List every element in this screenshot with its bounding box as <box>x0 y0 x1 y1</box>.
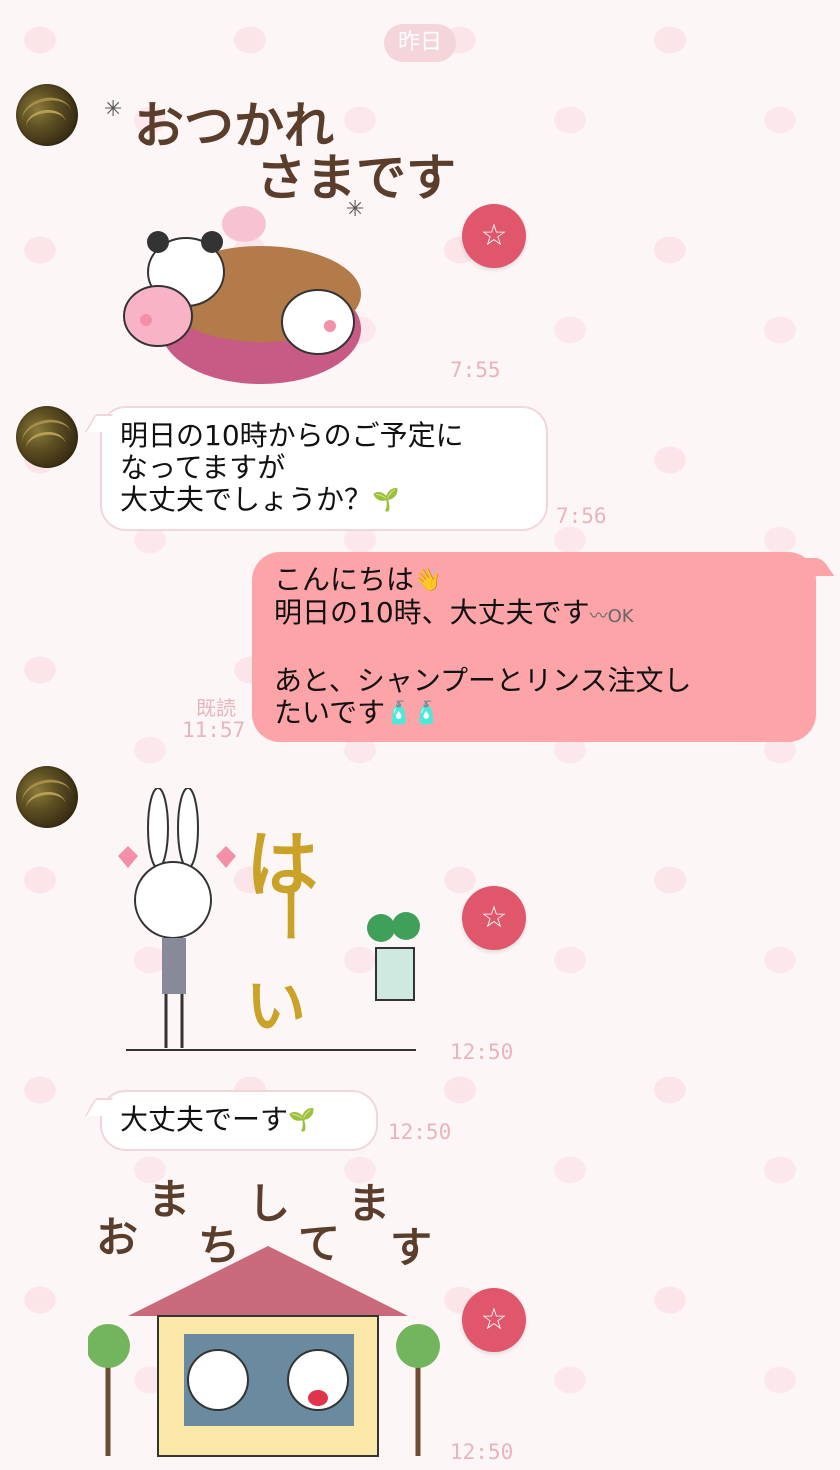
message-line: 明日の10時、大丈夫です〰OK <box>274 597 794 633</box>
message-time: 7:56 <box>556 504 607 528</box>
sticker-text-char: お <box>96 1213 139 1262</box>
message-line: なってますが <box>120 451 286 484</box>
wave-decoration-icon: 〰 <box>589 606 608 627</box>
favorite-sticker-button-2[interactable]: ☆ <box>462 886 526 950</box>
message-time: 11:57 <box>182 718 246 742</box>
sprout-icon: 🌱 <box>372 488 400 513</box>
message-text: たいです <box>274 696 386 729</box>
sticker-text-char: す <box>390 1223 433 1272</box>
message-line: たいです🧴🧴 <box>274 697 794 730</box>
bottle-icon: 🧴 <box>412 701 440 726</box>
message-line: 明日の10時からのご予定に <box>120 419 464 452</box>
date-separator: 昨日 <box>384 24 456 62</box>
message-time: 12:50 <box>388 1120 452 1144</box>
star-icon: ☆ <box>480 900 508 935</box>
sticker-otsukare[interactable]: ✳ ✳ おつかれ さまです <box>96 84 456 384</box>
message-bubble-incoming[interactable]: 大丈夫でーす🌱 <box>100 1090 378 1151</box>
message-bubble-incoming[interactable]: 明日の10時からのご予定に なってますが 大丈夫でしょうか？🌱 <box>100 406 548 531</box>
star-icon: ☆ <box>480 218 508 253</box>
message-text: 大丈夫でしょうか？ <box>120 483 373 516</box>
message-time: 7:55 <box>450 358 501 382</box>
message-line: 大丈夫でしょうか？🌱 <box>120 484 528 517</box>
avatar[interactable] <box>16 406 78 468</box>
message-text: こんにちは <box>274 563 415 596</box>
sticker-text-char: い <box>246 972 306 1042</box>
message-line: こんにちは👋 <box>274 564 794 597</box>
message-time: 12:50 <box>450 1440 514 1464</box>
sticker-omachishitemasu[interactable]: お ま ち し て ま す <box>86 1166 448 1466</box>
ok-icon: OK <box>607 606 634 627</box>
message-bubble-outgoing[interactable]: こんにちは👋 明日の10時、大丈夫です〰OK あと、シャンプーとリンス注文し た… <box>252 552 816 742</box>
sticker-text-char: て <box>298 1219 341 1268</box>
message-time: 12:50 <box>450 1040 514 1064</box>
waving-hand-icon: 👋 <box>414 568 442 593</box>
sticker-text-char: ま <box>348 1179 391 1228</box>
bottle-icon: 🧴 <box>385 701 413 726</box>
avatar[interactable] <box>16 84 78 146</box>
favorite-sticker-button-3[interactable]: ☆ <box>462 1288 526 1352</box>
chat-view[interactable]: 昨日 ✳ ✳ おつかれ さまです ☆ 7:55 明日の10時からのご予定に なっ… <box>0 0 840 1470</box>
sticker-text-char: ま <box>148 1175 191 1224</box>
avatar[interactable] <box>16 766 78 828</box>
message-text: 明日の10時、大丈夫です <box>274 596 590 629</box>
sticker-haai[interactable]: は ー い <box>96 787 436 1058</box>
favorite-sticker-button-1[interactable]: ☆ <box>462 204 526 268</box>
sticker-text-char: し <box>248 1179 291 1228</box>
message-text: 大丈夫でーす <box>120 1103 289 1136</box>
sprout-icon: 🌱 <box>288 1108 316 1133</box>
sticker-text-line-2: さまです <box>256 149 456 207</box>
message-line: 大丈夫でーす🌱 <box>120 1104 358 1137</box>
sticker-text-char: ー <box>254 888 319 944</box>
sticker-text-char: ち <box>198 1221 241 1270</box>
star-icon: ☆ <box>480 1302 508 1337</box>
read-receipt: 既読 <box>196 696 236 720</box>
svg-text:✳: ✳ <box>104 97 122 122</box>
message-line: あと、シャンプーとリンス注文し <box>274 664 692 697</box>
